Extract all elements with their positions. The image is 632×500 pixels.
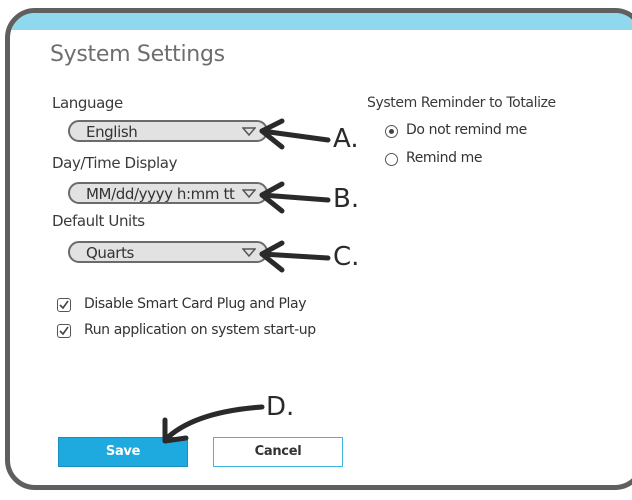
annotation-label-b: B. [333,184,360,214]
annotation-label-a: A. [333,124,359,154]
annotation-arrows [162,118,331,444]
annotation-label-d: D. [266,392,295,422]
annotation-label-c: C. [333,242,360,272]
arrow-d [162,404,265,443]
arrow-b [259,192,331,203]
arrow-c [259,251,331,261]
